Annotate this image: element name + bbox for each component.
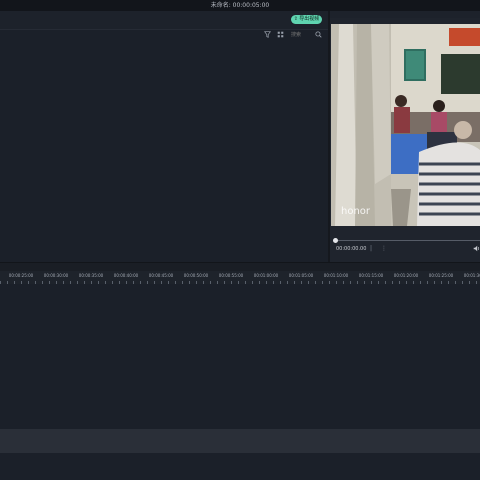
window-title: 未命名: 00:00:05:00	[0, 0, 480, 11]
video-preview-frame: honor	[331, 24, 480, 226]
timeline-tracks[interactable]	[0, 284, 480, 429]
ruler-label: 00:01:15:00	[358, 273, 384, 278]
pipe-separator: |	[370, 245, 373, 252]
filter-icon[interactable]	[263, 31, 272, 40]
export-label: 导出视频	[299, 16, 320, 22]
playhead-knob[interactable]	[333, 238, 338, 243]
timeline-ruler[interactable]: 00:00:25:00 00:00:30:00 00:00:35:00 00:00:4…	[0, 271, 480, 284]
ruler-label: 00:00:35:00	[78, 273, 104, 278]
audio-track[interactable]	[0, 429, 480, 453]
ruler-label: 00:00:40:00	[113, 273, 139, 278]
ruler-label: 00:01:10:00	[323, 273, 349, 278]
ruler-label: 00:01:20:00	[393, 273, 419, 278]
ruler-label: 00:00:25:00	[8, 273, 34, 278]
media-library-panel	[0, 30, 328, 262]
preview-timecode: 00:00:00.00	[336, 246, 367, 252]
ruler-label: 00:01:30:00	[463, 273, 480, 278]
ruler-label: 00:01:00:00	[253, 273, 279, 278]
ruler-label: 00:01:05:00	[288, 273, 314, 278]
search-icon[interactable]	[314, 31, 323, 40]
timeline-bottom	[0, 453, 480, 480]
ruler-label: 00:00:45:00	[148, 273, 174, 278]
ruler-label: 00:00:50:00	[183, 273, 209, 278]
ruler-label: 00:00:55:00	[218, 273, 244, 278]
export-video-button[interactable]: ⇪ 导出视频	[291, 15, 322, 24]
library-toolbar	[0, 30, 328, 41]
ruler-label: 00:01:25:00	[428, 273, 454, 278]
volume-icon[interactable]	[473, 245, 480, 254]
grid-view-icon[interactable]	[276, 31, 285, 40]
playback-scrubber[interactable]	[336, 240, 480, 241]
more-icon[interactable]: ⋮	[381, 245, 387, 252]
export-icon: ⇪	[293, 16, 298, 22]
ruler-label: 00:00:30:00	[43, 273, 69, 278]
watermark-text: honor	[341, 206, 371, 217]
